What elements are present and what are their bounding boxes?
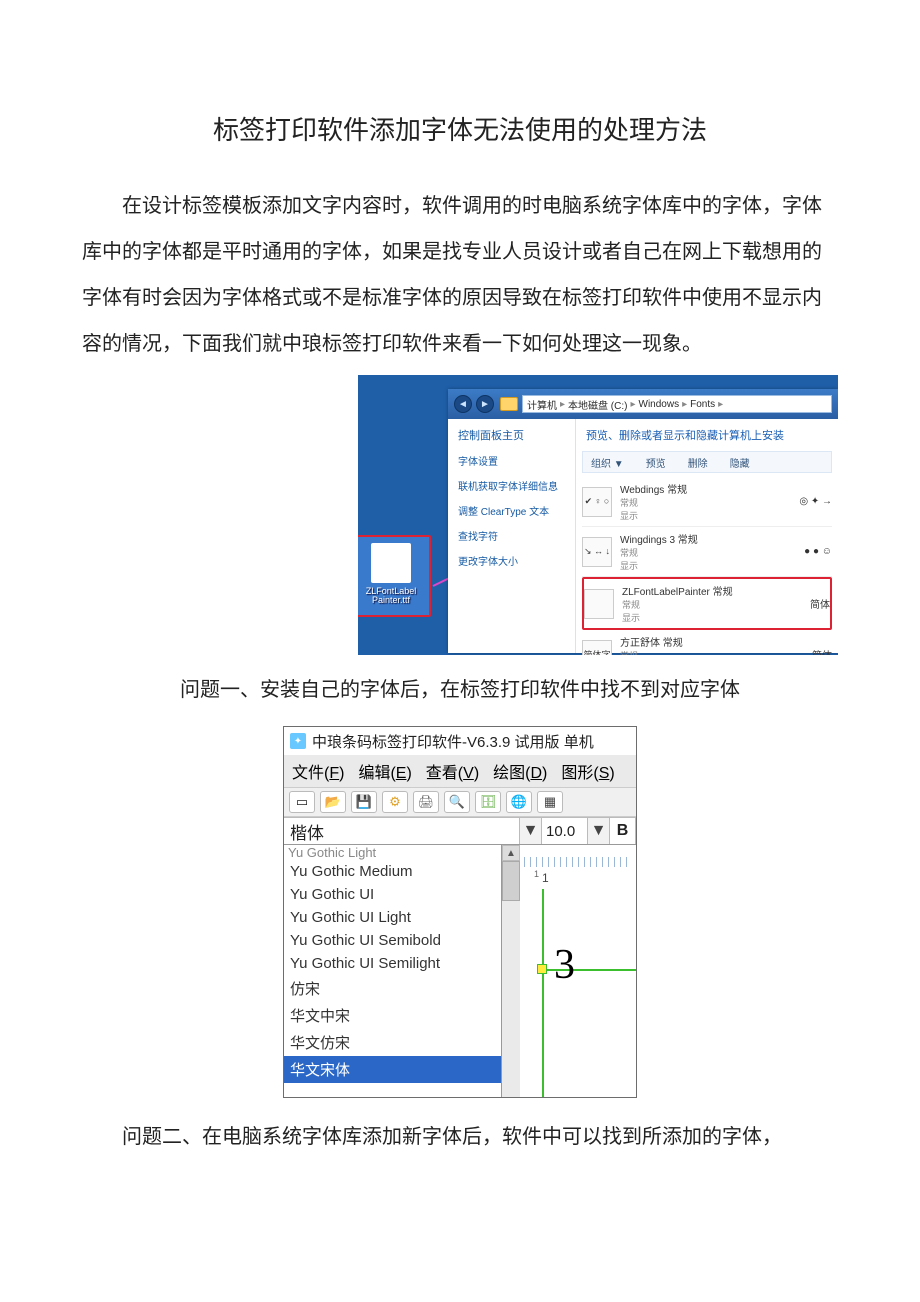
font-preview-tile: ✔ ♀ ○ — [582, 487, 612, 517]
database-icon[interactable]: 🗄 — [475, 791, 501, 813]
font-row[interactable]: 简体字 方正舒体 常规 常规显示 简体 — [582, 630, 832, 655]
list-item[interactable]: Yu Gothic Medium — [284, 860, 501, 883]
guide-vertical — [542, 889, 544, 1097]
font-row[interactable]: ↘ ↔ ↓ Wingdings 3 常规 常规显示 ● ● ☺ — [582, 527, 832, 577]
list-item[interactable]: 华文中宋 — [284, 1002, 501, 1029]
menu-shape[interactable]: 图形(S) — [561, 759, 614, 783]
open-file-icon[interactable]: 📂 — [320, 791, 346, 813]
canvas-text[interactable]: 3 — [554, 941, 575, 989]
scroll-up-icon[interactable]: ▲ — [502, 845, 520, 861]
page-title: 标签打印软件添加字体无法使用的处理方法 — [82, 110, 838, 147]
font-preview-tile: ↘ ↔ ↓ — [582, 537, 612, 567]
intro-paragraph: 在设计标签模板添加文字内容时，软件调用的时电脑系统字体库中的字体，字体库中的字体… — [82, 183, 838, 367]
page-banner: 预览、删除或者显示和隐藏计算机上安装 — [576, 419, 838, 451]
font-file-desktop-icon: ZLFontLabel Painter.ttf — [358, 535, 431, 617]
file-icon — [371, 543, 411, 583]
folder-icon — [500, 397, 518, 411]
globe-icon[interactable]: 🌐 — [506, 791, 532, 813]
scrollbar[interactable]: ▲ — [502, 845, 520, 1097]
list-item[interactable]: Yu Gothic UI — [284, 883, 501, 906]
font-size-field[interactable]: 10.0 — [542, 818, 588, 844]
app-title: 中琅条码标签打印软件-V6.3.9 试用版 单机 — [312, 731, 594, 752]
menu-edit[interactable]: 编辑(E) — [358, 759, 411, 783]
app-icon: ✦ — [290, 733, 306, 749]
list-item-selected[interactable]: 华文宋体 — [284, 1056, 501, 1083]
save-icon[interactable]: 💾 — [351, 791, 377, 813]
font-dropdown-list[interactable]: Yu Gothic Light Yu Gothic Medium Yu Goth… — [284, 845, 502, 1097]
new-file-icon[interactable]: ▭ — [289, 791, 315, 813]
fonts-folder-screenshot: ZLFontLabel Painter.ttf ◄ ► 计算机▸ 本地磁盘 (C… — [358, 375, 838, 655]
list-item[interactable]: Yu Gothic UI Light — [284, 906, 501, 929]
chevron-down-icon[interactable]: ▼ — [588, 818, 610, 844]
sidebar-item[interactable]: 查找字符 — [458, 528, 565, 543]
settings-icon[interactable]: ⚙ — [382, 791, 408, 813]
sidebar-item[interactable]: 调整 ClearType 文本 — [458, 503, 565, 518]
menu-file[interactable]: 文件(F) — [292, 759, 344, 783]
explorer-toolbar: 组织 ▼ 预览 删除 隐藏 — [582, 451, 832, 473]
control-panel-sidebar: 控制面板主页 字体设置 联机获取字体详细信息 调整 ClearType 文本 查… — [448, 419, 576, 653]
font-toolbar: 楷体 ▼ 10.0 ▼ B — [284, 817, 636, 845]
nav-forward-icon[interactable]: ► — [476, 395, 494, 413]
zoom-icon[interactable]: 🔍 — [444, 791, 470, 813]
list-item[interactable]: Yu Gothic UI Semibold — [284, 929, 501, 952]
caption-1: 问题一、安装自己的字体后，在标签打印软件中找不到对应字体 — [82, 673, 838, 702]
bold-button[interactable]: B — [610, 818, 636, 844]
sidebar-item[interactable]: 联机获取字体详细信息 — [458, 478, 565, 493]
font-name-dropdown[interactable]: 楷体 — [284, 818, 520, 844]
chevron-down-icon[interactable]: ▼ — [520, 818, 542, 844]
font-preview-tile: 简体字 — [582, 640, 612, 656]
selection-handle[interactable] — [537, 964, 547, 974]
toolbar-organize[interactable]: 组织 ▼ — [591, 455, 624, 470]
app-titlebar: ✦ 中琅条码标签打印软件-V6.3.9 试用版 单机 — [284, 727, 636, 755]
menu-view[interactable]: 查看(V) — [426, 759, 479, 783]
scroll-thumb[interactable] — [502, 861, 520, 901]
toolbar-hide[interactable]: 隐藏 — [730, 455, 750, 470]
label-software-screenshot: ✦ 中琅条码标签打印软件-V6.3.9 试用版 单机 文件(F) 编辑(E) 查… — [283, 726, 637, 1098]
list-item[interactable]: 华文仿宋 — [284, 1029, 501, 1056]
breadcrumb[interactable]: 计算机▸ 本地磁盘 (C:)▸ Windows▸ Fonts▸ — [522, 395, 832, 413]
list-item[interactable]: Yu Gothic UI Semilight — [284, 952, 501, 975]
list-item[interactable]: 仿宋 — [284, 975, 501, 1002]
address-bar: ◄ ► 计算机▸ 本地磁盘 (C:)▸ Windows▸ Fonts▸ — [448, 389, 838, 419]
toolbar-preview[interactable]: 预览 — [646, 455, 666, 470]
sidebar-item[interactable]: 字体设置 — [458, 453, 565, 468]
toolbar-delete[interactable]: 删除 — [688, 455, 708, 470]
nav-back-icon[interactable]: ◄ — [454, 395, 472, 413]
ruler-horizontal: 1 1 — [520, 857, 636, 887]
sidebar-heading: 控制面板主页 — [458, 427, 565, 443]
sidebar-item[interactable]: 更改字体大小 — [458, 553, 565, 568]
font-row[interactable]: ✔ ♀ ○ Webdings 常规 常规显示 ◎ ✦ → — [582, 477, 832, 527]
list-item[interactable]: Yu Gothic Light — [284, 845, 501, 860]
toolbar: ▭ 📂 💾 ⚙ 🖨 🔍 🗄 🌐 ▦ — [284, 787, 636, 817]
font-row-highlighted[interactable]: ZLFontLabelPainter 常规 常规显示 简体 — [582, 577, 832, 630]
font-preview-tile — [584, 589, 614, 619]
file-label: ZLFontLabel Painter.ttf — [358, 585, 429, 607]
menubar: 文件(F) 编辑(E) 查看(V) 绘图(D) 图形(S) — [284, 755, 636, 787]
menu-draw[interactable]: 绘图(D) — [493, 759, 547, 783]
design-canvas[interactable]: 1 1 3 — [520, 845, 636, 1097]
caption-2: 问题二、在电脑系统字体库添加新字体后，软件中可以找到所添加的字体， — [82, 1120, 838, 1149]
print-icon[interactable]: 🖨 — [413, 791, 439, 813]
explorer-window: ◄ ► 计算机▸ 本地磁盘 (C:)▸ Windows▸ Fonts▸ 控制面板… — [448, 389, 838, 653]
grid-icon[interactable]: ▦ — [537, 791, 563, 813]
